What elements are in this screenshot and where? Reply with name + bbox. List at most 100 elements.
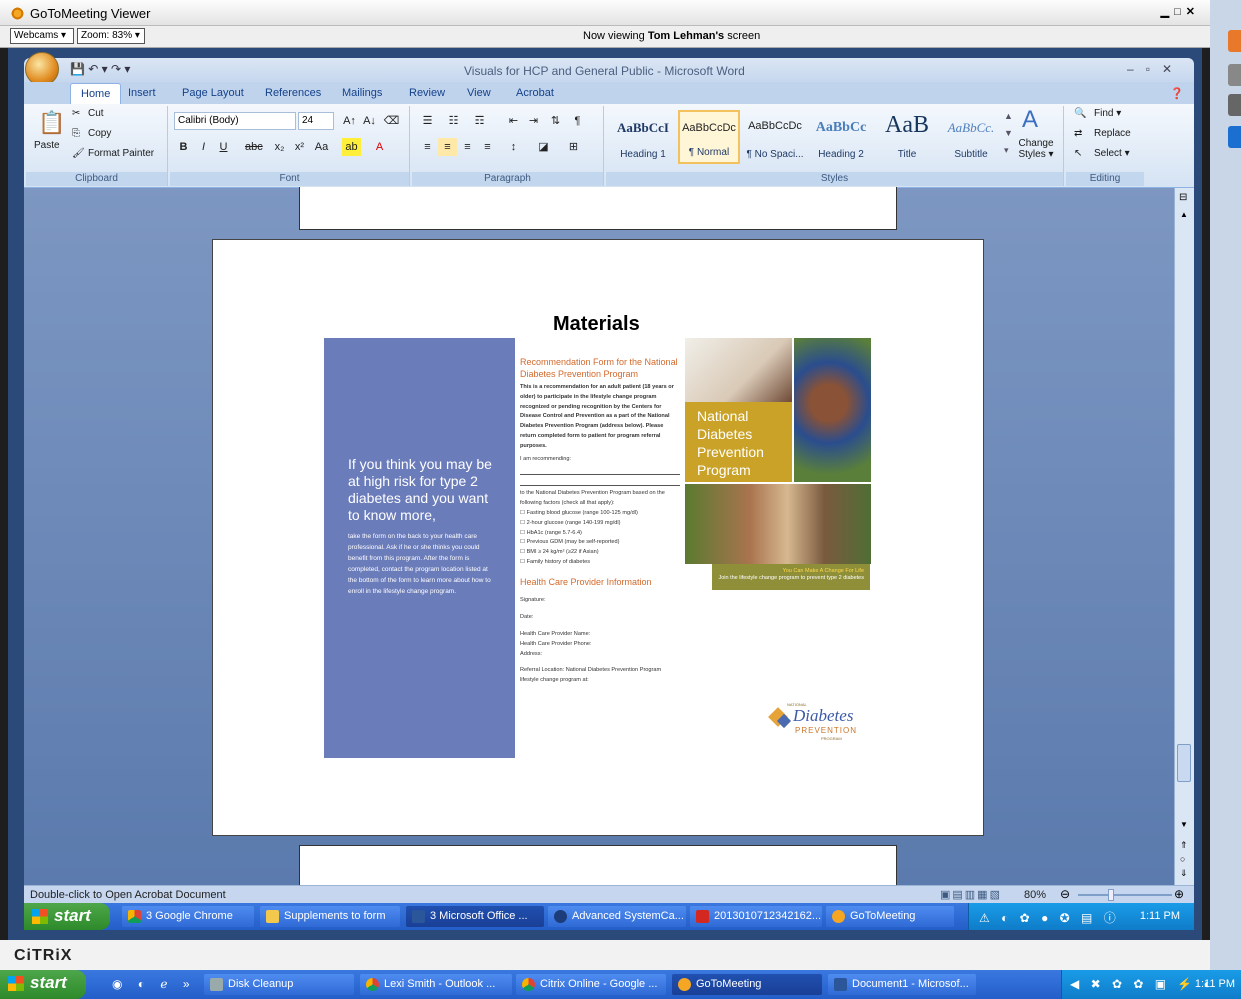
subscript-icon[interactable]: x₂ [270, 138, 289, 156]
ruler-toggle-icon[interactable]: ⊟ [1179, 192, 1187, 203]
help-icon[interactable]: ❓ [1170, 87, 1184, 100]
bold-icon[interactable]: B [174, 138, 193, 156]
tab-view[interactable]: View [467, 87, 491, 99]
scroll-down-icon[interactable]: ▼ [1180, 820, 1188, 829]
superscript-icon[interactable]: x² [290, 138, 309, 156]
tab-mailings[interactable]: Mailings [342, 87, 382, 99]
style-title[interactable]: AaB Title [876, 110, 938, 164]
webcams-dropdown[interactable]: Webcams ▾ [10, 28, 74, 44]
select-icon[interactable]: ↖ [1074, 148, 1082, 159]
side-tab-icon[interactable] [1228, 126, 1241, 148]
show-marks-icon[interactable]: ¶ [568, 112, 587, 130]
align-center-icon[interactable]: ≡ [438, 138, 457, 156]
local-task-outlook[interactable]: Lexi Smith - Outlook ... [360, 974, 512, 995]
zoom-slider-thumb[interactable] [1108, 889, 1114, 901]
zoom-in-icon[interactable]: ⊕ [1174, 887, 1184, 901]
task-office[interactable]: 3 Microsoft Office ... [406, 906, 544, 927]
numbering-icon[interactable]: ☷ [444, 112, 463, 130]
find-icon[interactable]: 🔍 [1074, 108, 1086, 119]
tab-page-layout[interactable]: Page Layout [182, 87, 244, 99]
cut-button[interactable]: Cut [88, 108, 104, 119]
change-styles-button[interactable]: Change Styles ▾ [1016, 138, 1056, 160]
task-folder[interactable]: Supplements to form [260, 906, 400, 927]
task-chrome[interactable]: 3 Google Chrome [122, 906, 254, 927]
multilevel-list-icon[interactable]: ☶ [470, 112, 489, 130]
document-area[interactable]: Materials If you think you may be at hig… [24, 187, 1174, 885]
underline-icon[interactable]: U [214, 138, 233, 156]
replace-icon[interactable]: ⇄ [1074, 128, 1082, 139]
strikethrough-icon[interactable]: abc [244, 138, 263, 156]
sort-icon[interactable]: ⇅ [546, 112, 565, 130]
document-page[interactable]: Materials If you think you may be at hig… [212, 239, 984, 836]
side-tab-icon[interactable] [1228, 64, 1241, 86]
task-pdf[interactable]: 2013010712342162... [690, 906, 822, 927]
local-task-disk-cleanup[interactable]: Disk Cleanup [204, 974, 354, 995]
vertical-scrollbar[interactable]: ⊟ ▲ ▼ ⇑ ○ ⇓ [1174, 188, 1194, 885]
paste-icon[interactable]: 📋 [38, 110, 65, 136]
font-size-field[interactable]: 24 [298, 112, 334, 130]
replace-button[interactable]: Replace [1094, 128, 1131, 139]
copy-button[interactable]: Copy [88, 128, 111, 139]
office-button[interactable] [25, 52, 59, 86]
tab-review[interactable]: Review [409, 87, 445, 99]
style-heading-1[interactable]: AaBbCcI Heading 1 [612, 110, 674, 164]
style-subtitle[interactable]: AaBbCc. Subtitle [940, 110, 1002, 164]
zoom-dropdown[interactable]: Zoom: 83% ▾ [77, 28, 145, 44]
grow-font-icon[interactable]: A↑ [340, 112, 359, 130]
change-case-icon[interactable]: Aa [312, 138, 331, 156]
quick-launch-icons[interactable]: ◉ ◐ ℯ » [112, 977, 196, 991]
decrease-indent-icon[interactable]: ⇤ [504, 112, 523, 130]
tray-icons[interactable]: ◀ ✖ ✿ ✿ ▣ ⚡ ◐ [1070, 977, 1215, 991]
tab-references[interactable]: References [265, 87, 321, 99]
local-task-document[interactable]: Document1 - Microsof... [828, 974, 976, 995]
align-left-icon[interactable]: ≡ [418, 138, 437, 156]
shrink-font-icon[interactable]: A↓ [360, 112, 379, 130]
style-normal[interactable]: AaBbCcDc ¶ Normal [678, 110, 740, 164]
find-button[interactable]: Find ▾ [1094, 108, 1121, 119]
local-start-button[interactable]: start [0, 970, 86, 999]
highlight-icon[interactable]: ab [342, 138, 361, 156]
quick-access-toolbar[interactable]: 💾 ↶ ▾ ↷ ▾ [70, 62, 130, 76]
line-spacing-icon[interactable]: ↕ [504, 138, 523, 156]
local-task-gotomeeting[interactable]: GoToMeeting [672, 974, 822, 995]
select-button[interactable]: Select ▾ [1094, 148, 1130, 159]
scroll-up-icon[interactable]: ▲ [1180, 210, 1188, 219]
tab-acrobat[interactable]: Acrobat [516, 87, 554, 99]
shading-icon[interactable]: ◪ [534, 138, 553, 156]
format-painter-icon[interactable]: 🖌 [72, 148, 85, 159]
increase-indent-icon[interactable]: ⇥ [524, 112, 543, 130]
justify-icon[interactable]: ≡ [478, 138, 497, 156]
font-color-icon[interactable]: A [370, 138, 389, 156]
style-no-spacing[interactable]: AaBbCcDc ¶ No Spaci... [744, 110, 806, 164]
copy-icon[interactable]: ⎘ [72, 128, 80, 139]
change-styles-icon[interactable]: A [1022, 106, 1038, 134]
borders-icon[interactable]: ⊞ [564, 138, 583, 156]
zoom-level[interactable]: 80% [1024, 889, 1046, 901]
align-right-icon[interactable]: ≡ [458, 138, 477, 156]
tray-icons[interactable]: ⚠ ◐ ✿ ● ✪ ▤ ⓘ [979, 909, 1120, 926]
remote-start-button[interactable]: start [24, 903, 110, 930]
font-name-field[interactable]: Calibri (Body) [174, 112, 296, 130]
tab-insert[interactable]: Insert [128, 87, 156, 99]
view-buttons-icon[interactable]: ▣▤▥▦▧ [940, 888, 1002, 901]
word-window-controls[interactable]: –▫✕ [1127, 62, 1184, 76]
recommendation-form[interactable]: Recommendation Form for the National Dia… [520, 356, 680, 686]
task-gotomeeting[interactable]: GoToMeeting [826, 906, 954, 927]
paste-button[interactable]: Paste [34, 140, 60, 151]
task-systemcare[interactable]: Advanced SystemCa... [548, 906, 686, 927]
format-painter-button[interactable]: Format Painter [88, 148, 154, 159]
style-heading-2[interactable]: AaBbCc Heading 2 [810, 110, 872, 164]
zoom-slider[interactable] [1078, 894, 1172, 896]
viewer-window-controls[interactable]: ▁□✕ [1161, 5, 1200, 18]
clear-format-icon[interactable]: ⌫ [382, 112, 401, 130]
side-tab-icon[interactable] [1228, 94, 1241, 116]
italic-icon[interactable]: I [194, 138, 213, 156]
bullets-icon[interactable]: ☰ [418, 112, 437, 130]
browse-object-icon[interactable]: ⇑ ○ ⇓ [1180, 838, 1188, 880]
cut-icon[interactable]: ✂ [72, 108, 80, 119]
tab-home[interactable]: Home [70, 83, 122, 104]
side-tab-icon[interactable] [1228, 30, 1241, 52]
styles-scroll-icon[interactable]: ▲ ▼ ▾ [1004, 108, 1013, 159]
local-task-citrix[interactable]: Citrix Online - Google ... [516, 974, 666, 995]
brochure-panel[interactable]: If you think you may be at high risk for… [324, 338, 515, 758]
